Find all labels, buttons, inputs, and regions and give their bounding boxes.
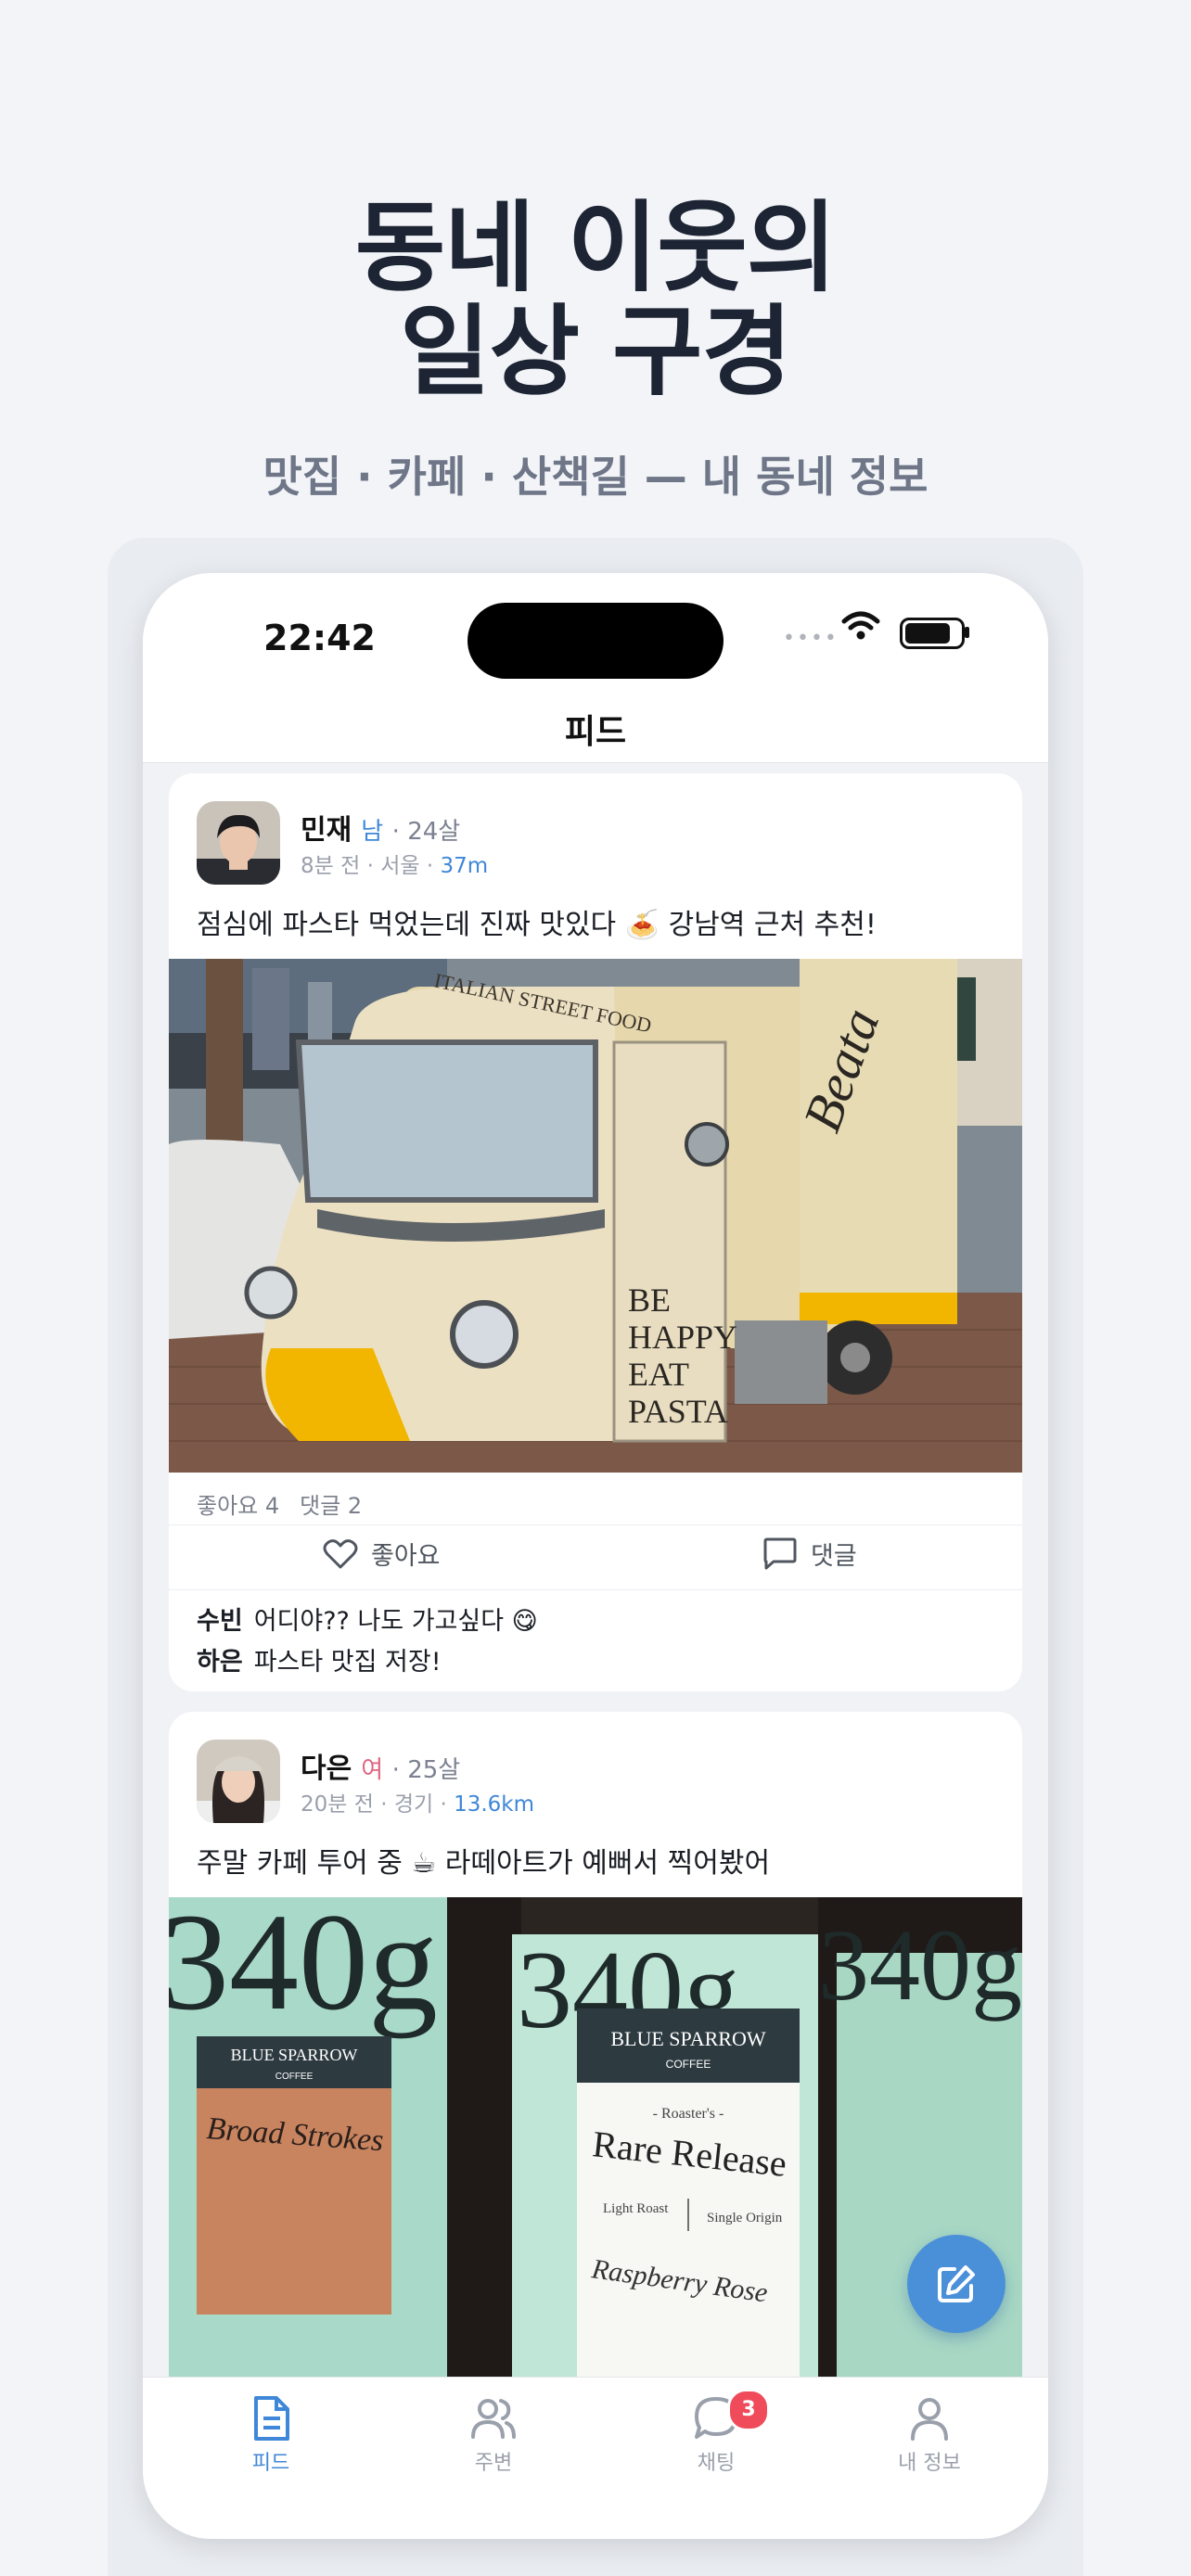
hero-title-line1: 동네 이웃의 <box>354 191 838 305</box>
post-text: 점심에 파스타 먹었는데 진짜 맛있다 🍝 강남역 근처 추천! <box>197 909 877 941</box>
post-time-location: 8분 전 · 서울 · <box>301 854 441 878</box>
bag-right-series: - Roaster's - <box>653 2106 724 2122</box>
post-meta: 20분 전 · 경기 · 13.6km <box>301 1786 534 1817</box>
post-photo[interactable]: BE HAPPY EAT PASTA ITALIAN STREET FOOD B… <box>169 959 1022 1473</box>
bag-right-roast: Light Roast <box>603 2201 669 2216</box>
truck-text-line4: PASTA <box>628 1393 728 1430</box>
bag-right-brand: BLUE SPARROW <box>610 2027 766 2050</box>
tab-bar: 피드 주변 3 채팅 내 정보 <box>143 2377 1048 2539</box>
post-text: 주말 카페 투어 중 ☕ 라떼아트가 예뻐서 찍어봤어 <box>197 1847 771 1880</box>
truck-text-line2: HAPPY <box>628 1319 737 1356</box>
bag-right-brand-sub: COFFEE <box>666 2058 711 2071</box>
post-author-name[interactable]: 민재 <box>301 814 352 847</box>
post-photo[interactable]: 340g 340g 340g BLUE SPARROW COFFEE Broad… <box>169 1897 1022 2417</box>
tab-feed[interactable]: 피드 <box>197 2394 345 2476</box>
like-button-label: 좋아요 <box>371 1542 441 1571</box>
like-count: 좋아요 4 <box>197 1493 280 1519</box>
people-icon <box>471 2399 516 2439</box>
hero-title-line2: 일상 구경 <box>400 295 792 409</box>
comment-item: 수빈 어디야?? 나도 가고싶다 😋 <box>197 1600 538 1637</box>
divider <box>169 1589 1022 1590</box>
avatar[interactable] <box>197 1740 280 1823</box>
post-card: 다은 여 · 25살 20분 전 · 경기 · 13.6km 주말 카페 투어 중… <box>169 1712 1022 2417</box>
post-author-gender: 여 <box>361 1756 384 1784</box>
post-author-row: 다은 여 · 25살 <box>301 1745 460 1786</box>
compose-button[interactable] <box>907 2235 1005 2333</box>
tab-profile-label: 내 정보 <box>898 2452 961 2475</box>
post-author-age: · 25살 <box>391 1756 461 1784</box>
dynamic-island <box>467 603 724 679</box>
bag-far-weight: 340g <box>818 1908 1022 2021</box>
comment-item: 하은 파스타 맛집 저장! <box>197 1641 442 1677</box>
truck-text-line1: BE <box>628 1282 671 1319</box>
post-stats: 좋아요 4 댓글 2 <box>197 1487 382 1520</box>
edit-icon <box>938 2265 975 2302</box>
comment-text: 파스타 맛집 저장! <box>253 1648 442 1677</box>
post-author-gender: 남 <box>361 818 384 846</box>
comment-count: 댓글 2 <box>300 1493 363 1519</box>
comment-icon <box>763 1537 797 1569</box>
comment-button[interactable]: 댓글 <box>762 1536 857 1572</box>
post-meta: 8분 전 · 서울 · 37m <box>301 848 488 879</box>
comment-button-label: 댓글 <box>811 1542 857 1571</box>
tab-nearby[interactable]: 주변 <box>419 2394 568 2476</box>
truck-text-line3: EAT <box>628 1356 689 1393</box>
document-icon <box>254 2396 289 2441</box>
wifi-icon <box>841 611 880 640</box>
tab-chat[interactable]: 3 채팅 <box>642 2389 790 2476</box>
comment-author[interactable]: 수빈 <box>197 1607 243 1636</box>
person-icon <box>911 2398 948 2441</box>
nav-title: 피드 <box>143 703 1048 763</box>
tab-profile[interactable]: 내 정보 <box>855 2394 1004 2476</box>
tab-nearby-label: 주변 <box>474 2452 513 2475</box>
heart-icon <box>323 1538 358 1568</box>
comment-author[interactable]: 하은 <box>197 1648 243 1677</box>
post-time-location: 20분 전 · 경기 · <box>301 1792 455 1817</box>
post-author-row: 민재 남 · 24살 <box>301 807 460 848</box>
hero-subtitle: 맛집 · 카페 · 산책길 — 내 동네 정보 <box>263 452 928 502</box>
hero-title: 동네 이웃의 일상 구경 <box>0 197 1191 404</box>
post-author-name[interactable]: 다은 <box>301 1753 352 1785</box>
bag-left-brand: BLUE SPARROW <box>231 2046 358 2064</box>
post-author-age: · 24살 <box>391 818 461 846</box>
status-time: 22:42 <box>263 618 376 658</box>
battery-tip <box>965 627 969 638</box>
chat-badge: 3 <box>727 2389 770 2431</box>
post-card: 민재 남 · 24살 8분 전 · 서울 · 37m 점심에 파스타 먹었는데 진… <box>169 773 1022 1691</box>
comment-text: 어디야?? 나도 가고싶다 😋 <box>253 1607 538 1636</box>
tab-feed-label: 피드 <box>251 2452 290 2475</box>
post-distance: 13.6km <box>454 1792 535 1817</box>
avatar[interactable] <box>197 801 280 885</box>
phone-frame: 22:42 •••• 피드 민재 남 · 24살 8분 전 · 서울 · 37m… <box>143 573 1048 2539</box>
bag-left-weight: 340g <box>169 1897 438 2039</box>
status-bar: 22:42 •••• <box>143 573 1048 703</box>
battery-icon <box>900 618 965 649</box>
post-distance: 37m <box>440 854 489 878</box>
signal-icon: •••• <box>783 627 839 650</box>
divider <box>169 1524 1022 1525</box>
like-button[interactable]: 좋아요 <box>323 1536 441 1572</box>
tab-chat-label: 채팅 <box>697 2452 736 2475</box>
bag-right-origin: Single Origin <box>707 2211 783 2225</box>
bag-left-brand-sub: COFFEE <box>275 2072 314 2082</box>
